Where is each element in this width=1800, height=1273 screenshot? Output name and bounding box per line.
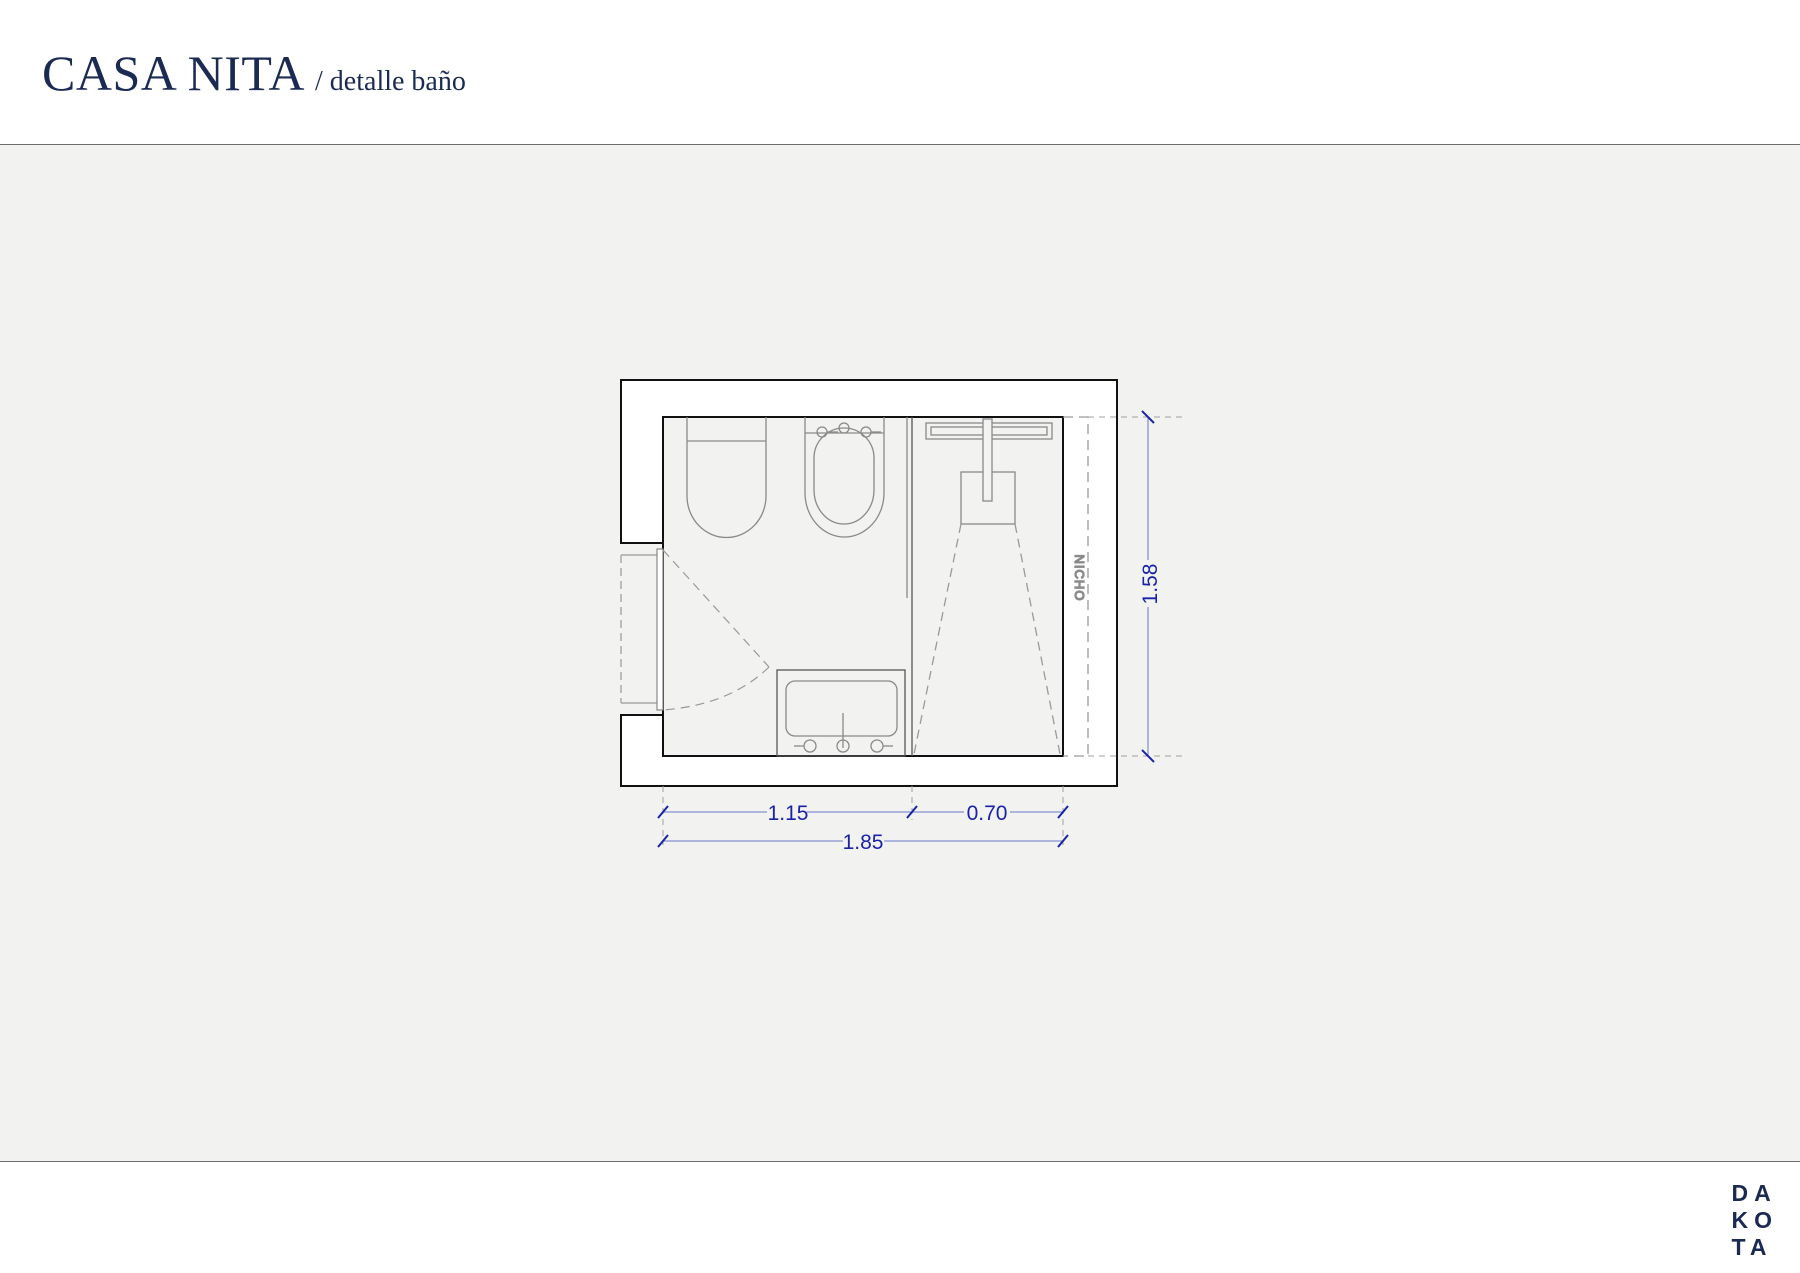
- door-leaf: [656, 548, 664, 711]
- logo-line-1: DA: [1731, 1180, 1777, 1206]
- niche-label: NICHO: [1072, 555, 1087, 602]
- dimension-total-width: 1.85: [843, 831, 884, 854]
- dimension-shower-zone: 0.70: [967, 802, 1008, 825]
- room-floor: [662, 416, 1064, 757]
- page-footer: DA KO TA: [0, 1161, 1800, 1273]
- logo-line-2: KO: [1731, 1207, 1778, 1233]
- logo-line-3: TA: [1731, 1234, 1773, 1260]
- dimension-sink-zone: 1.15: [768, 802, 809, 825]
- bathroom-floor-plan: NICHO 1.15 0.70 1.85 1.58: [620, 379, 1182, 854]
- dimension-depth: 1.58: [1139, 564, 1162, 605]
- dakota-logo: DA KO TA: [1732, 1180, 1779, 1261]
